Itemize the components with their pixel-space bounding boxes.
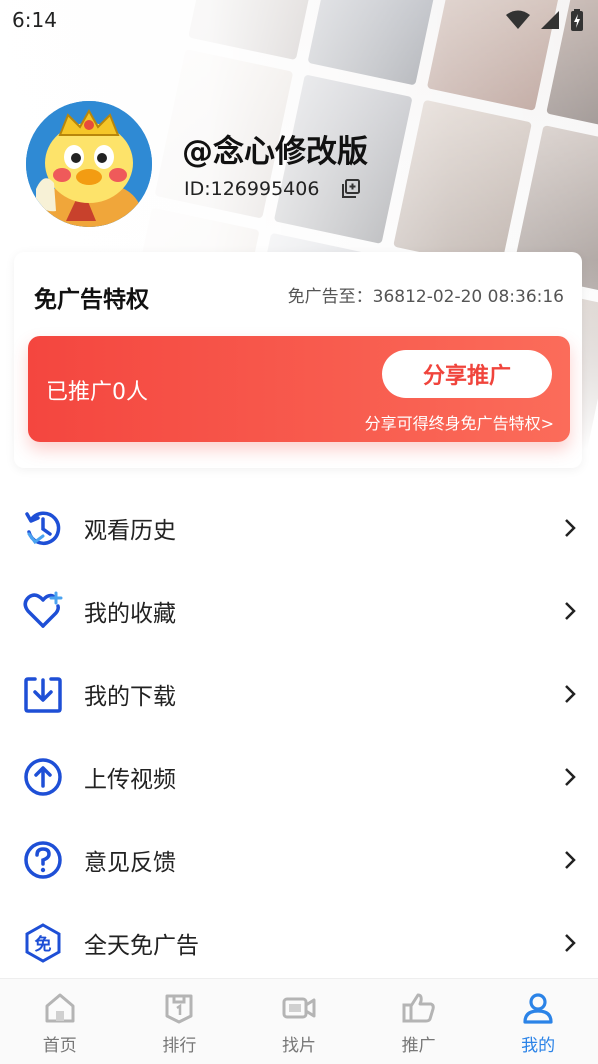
signal-icon: [541, 11, 559, 29]
battery-icon: [571, 9, 583, 31]
user-id: ID:126995406: [184, 178, 320, 200]
status-bar: 6:14: [0, 0, 598, 40]
avatar-duck-image: [26, 101, 152, 227]
privilege-expire-text: 免广告至：36812-02-20 08:36:16: [287, 287, 564, 307]
menu-item-downloads[interactable]: 我的下载: [0, 652, 598, 735]
heart-plus-icon: [22, 590, 64, 632]
menu-item-watch-history[interactable]: 观看历史: [0, 486, 598, 569]
wifi-icon: [506, 10, 530, 29]
nav-item-ranking[interactable]: 排行: [120, 979, 240, 1064]
download-icon: [22, 673, 64, 715]
menu-item-label: 意见反馈: [84, 849, 176, 876]
chevron-right-icon: [562, 517, 578, 539]
nav-item-promote[interactable]: 推广: [359, 979, 479, 1064]
status-time: 6:14: [12, 8, 57, 32]
share-tip-link[interactable]: 分享可得终身免广告特权>: [365, 410, 554, 434]
ranking-icon: [162, 991, 196, 1025]
menu-item-label: 上传视频: [84, 766, 176, 793]
ad-free-privilege-card: 免广告特权 免广告至：36812-02-20 08:36:16 已推广0人 分享…: [14, 252, 582, 468]
menu-item-label: 我的收藏: [84, 600, 176, 627]
upload-icon: [22, 756, 64, 798]
user-icon: [521, 991, 555, 1025]
menu-item-label: 观看历史: [84, 517, 176, 544]
profile-menu: 观看历史 我的收藏 我的下载 上传视频 意见反馈 免 全天免广告: [0, 486, 598, 984]
privilege-title: 免广告特权: [34, 287, 149, 313]
menu-item-all-day-ad-free[interactable]: 免 全天免广告: [0, 901, 598, 984]
nav-item-mine[interactable]: 我的: [478, 979, 598, 1064]
menu-item-label: 我的下载: [84, 683, 176, 710]
promotion-banner: 已推广0人 分享推广 分享可得终身免广告特权>: [28, 336, 570, 442]
promoted-count: 已推广0人: [46, 380, 148, 405]
ad-free-glyph: 免: [35, 934, 52, 955]
nav-label: 排行: [162, 1036, 197, 1056]
menu-item-feedback[interactable]: 意见反馈: [0, 818, 598, 901]
user-id-row: ID:126995406: [184, 178, 361, 200]
bottom-navigation: 首页 排行 找片 推广 我的: [0, 978, 598, 1064]
menu-item-label: 全天免广告: [84, 932, 199, 959]
copy-icon[interactable]: [341, 179, 361, 199]
avatar[interactable]: [26, 101, 152, 227]
help-icon: [22, 839, 64, 881]
chevron-right-icon: [562, 766, 578, 788]
ad-free-icon: 免: [22, 922, 64, 964]
nav-item-find-movies[interactable]: 找片: [239, 979, 359, 1064]
chevron-right-icon: [562, 849, 578, 871]
status-icons: [506, 9, 584, 31]
menu-item-upload-video[interactable]: 上传视频: [0, 735, 598, 818]
nav-label: 推广: [401, 1036, 436, 1056]
nav-item-home[interactable]: 首页: [0, 979, 120, 1064]
nav-label: 首页: [42, 1036, 77, 1056]
share-promote-button[interactable]: 分享推广: [382, 350, 552, 398]
home-icon: [43, 991, 77, 1025]
history-icon: [22, 507, 64, 549]
chevron-right-icon: [562, 932, 578, 954]
username: @念心修改版: [182, 134, 368, 170]
menu-item-favorites[interactable]: 我的收藏: [0, 569, 598, 652]
nav-label: 找片: [281, 1036, 316, 1056]
nav-label: 我的: [521, 1036, 556, 1056]
thumbs-up-icon: [402, 991, 436, 1025]
video-camera-icon: [282, 991, 316, 1025]
chevron-right-icon: [562, 683, 578, 705]
chevron-right-icon: [562, 600, 578, 622]
